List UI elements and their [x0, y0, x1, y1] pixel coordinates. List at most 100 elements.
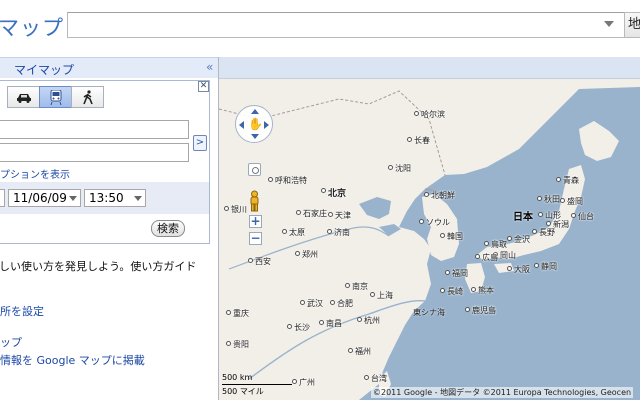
city-marker[interactable]	[571, 213, 576, 218]
city-label[interactable]: 重庆	[233, 308, 249, 319]
city-marker[interactable]	[440, 288, 445, 293]
city-label[interactable]: 武汉	[307, 298, 323, 309]
city-marker[interactable]	[507, 236, 512, 241]
city-label[interactable]: 広島	[482, 252, 498, 263]
city-marker[interactable]	[419, 219, 424, 224]
city-marker[interactable]	[224, 206, 229, 211]
city-marker[interactable]	[556, 177, 561, 182]
swap-addresses-button[interactable]: >	[193, 135, 207, 151]
city-label[interactable]: 福州	[355, 346, 371, 357]
mymap-link[interactable]: ップ	[0, 334, 22, 350]
origin-input[interactable]	[0, 120, 189, 139]
city-marker[interactable]	[407, 137, 412, 142]
city-marker[interactable]	[546, 221, 551, 226]
city-label[interactable]: 北京	[328, 186, 346, 199]
set-location-link[interactable]: 所を設定	[0, 303, 44, 319]
city-marker[interactable]	[321, 188, 326, 193]
my-maps-tab[interactable]: マイマップ	[14, 61, 74, 78]
city-marker[interactable]	[328, 212, 333, 217]
city-label[interactable]: 长春	[414, 135, 430, 146]
search-input[interactable]	[68, 13, 588, 37]
city-label[interactable]: 哈尔滨	[421, 109, 445, 120]
city-label[interactable]: 石家庄	[303, 208, 327, 219]
search-route-button[interactable]: 検索	[151, 220, 185, 237]
pan-right-icon[interactable]	[264, 121, 269, 129]
city-label[interactable]: 新潟	[553, 219, 569, 230]
pan-up-icon[interactable]	[251, 109, 259, 114]
car-mode-button[interactable]	[7, 86, 40, 108]
time-select[interactable]: 13:50	[84, 189, 146, 207]
city-marker[interactable]	[295, 251, 300, 256]
city-marker[interactable]	[537, 196, 542, 201]
city-marker[interactable]	[327, 229, 332, 234]
city-marker[interactable]	[465, 307, 470, 312]
city-label[interactable]: 银川	[231, 204, 247, 215]
city-marker[interactable]	[471, 287, 476, 292]
city-label[interactable]: 長崎	[447, 286, 463, 297]
city-label[interactable]: 静岡	[541, 261, 557, 272]
city-marker[interactable]	[292, 379, 297, 384]
city-marker[interactable]	[560, 198, 565, 203]
zoom-in-button[interactable]: +	[249, 215, 262, 228]
city-label[interactable]: 上海	[377, 290, 393, 301]
city-marker[interactable]	[370, 292, 375, 297]
city-label[interactable]: 广州	[299, 377, 315, 388]
city-marker[interactable]	[348, 348, 353, 353]
city-label[interactable]: 济南	[334, 227, 350, 238]
city-label[interactable]: 沈阳	[395, 163, 411, 174]
city-marker[interactable]	[507, 266, 512, 271]
city-label[interactable]: 杭州	[364, 315, 380, 326]
city-label[interactable]: 鳥取	[491, 239, 507, 250]
city-marker[interactable]	[364, 375, 369, 380]
close-directions-icon[interactable]: ✕	[198, 81, 209, 92]
city-label[interactable]: 仙台	[578, 211, 594, 222]
city-marker[interactable]	[268, 177, 273, 182]
city-label[interactable]: 岡山	[500, 250, 516, 261]
collapse-panel-icon[interactable]: «	[206, 60, 213, 74]
city-label[interactable]: 熊本	[478, 285, 494, 296]
city-marker[interactable]	[445, 270, 450, 275]
search-box[interactable]	[67, 12, 627, 38]
city-label[interactable]: 天津	[335, 210, 351, 221]
city-marker[interactable]	[296, 210, 301, 215]
city-label[interactable]: 台湾	[371, 373, 387, 384]
city-marker[interactable]	[534, 263, 539, 268]
zoom-out-button[interactable]: −	[249, 232, 262, 245]
city-marker[interactable]	[532, 229, 537, 234]
city-label[interactable]: ソウル	[426, 217, 450, 228]
city-marker[interactable]	[300, 300, 305, 305]
show-options-link[interactable]: プションを表示	[0, 166, 70, 181]
city-label[interactable]: 長野	[539, 227, 555, 238]
region-label[interactable]: 韓国	[447, 231, 463, 242]
departure-type-select[interactable]	[0, 189, 5, 207]
city-marker[interactable]	[484, 241, 489, 246]
city-marker[interactable]	[248, 258, 253, 263]
city-marker[interactable]	[357, 317, 362, 322]
destination-input[interactable]	[0, 143, 189, 162]
maps-logo[interactable]: マップ	[0, 12, 64, 42]
country-label[interactable]: 日本	[513, 208, 533, 223]
pan-left-icon[interactable]	[239, 121, 244, 129]
pan-control[interactable]: ✋	[235, 105, 273, 143]
map-search-button[interactable]: 地	[624, 12, 640, 38]
city-label[interactable]: 西安	[255, 256, 271, 267]
city-label[interactable]: 太原	[289, 227, 305, 238]
city-label[interactable]: 南京	[352, 281, 368, 292]
date-select[interactable]: 11/06/09	[8, 189, 81, 207]
city-marker[interactable]	[475, 254, 480, 259]
city-label[interactable]: 呼和浩特	[275, 175, 307, 186]
city-marker[interactable]	[345, 283, 350, 288]
street-view-pegman-icon[interactable]	[247, 190, 262, 212]
transit-mode-button[interactable]	[39, 86, 72, 108]
city-label[interactable]: 福岡	[452, 268, 468, 279]
city-label[interactable]: 南昌	[326, 318, 342, 329]
city-marker[interactable]	[440, 233, 445, 238]
pan-down-icon[interactable]	[251, 134, 259, 139]
city-label[interactable]: 青森	[563, 175, 579, 186]
publish-business-link[interactable]: 情報を Google マップに掲載	[0, 352, 145, 368]
city-marker[interactable]	[538, 212, 543, 217]
city-marker[interactable]	[330, 300, 335, 305]
city-label[interactable]: 金沢	[514, 234, 530, 245]
city-label[interactable]: 合肥	[337, 298, 353, 309]
city-marker[interactable]	[287, 324, 292, 329]
